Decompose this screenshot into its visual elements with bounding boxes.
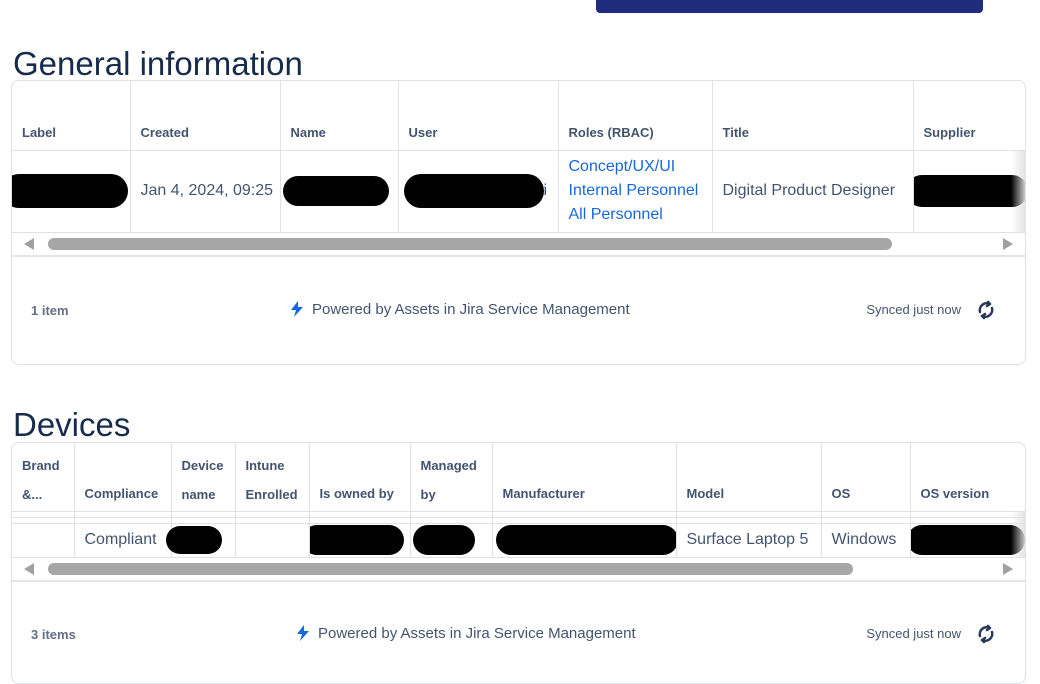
os-cell: Windows	[821, 523, 910, 557]
sync-status: Synced just now	[866, 299, 997, 321]
primary-action-button[interactable]	[596, 0, 983, 13]
lightning-bolt-icon	[296, 625, 310, 641]
table-row[interactable]: Jan 4, 2024, 09:25 i Concept/UX/UI Inter…	[12, 150, 1025, 232]
col-created[interactable]: Created	[130, 81, 280, 150]
col-compliance[interactable]: Compliance	[74, 443, 171, 511]
owner-cell[interactable]	[309, 523, 410, 557]
redacted-user	[404, 174, 544, 208]
intune-cell	[235, 523, 309, 557]
devices-horizontal-scrollbar[interactable]	[12, 558, 1025, 582]
label-cell	[12, 150, 130, 232]
title-cell: Digital Product Designer	[712, 150, 913, 232]
redacted-label	[12, 174, 128, 208]
col-manufacturer[interactable]: Manufacturer	[492, 443, 676, 511]
scroll-right-arrow-icon[interactable]	[1003, 563, 1013, 575]
general-header-row: Label Created Name User Roles (RBAC) Tit…	[12, 81, 1025, 150]
user-cell[interactable]: i	[398, 150, 558, 232]
model-cell: Surface Laptop 5	[676, 523, 821, 557]
general-information-card: Label Created Name User Roles (RBAC) Tit…	[11, 80, 1026, 365]
refresh-icon[interactable]	[975, 623, 997, 645]
created-cell: Jan 4, 2024, 09:25	[130, 150, 280, 232]
devices-table-viewport: Brand &... Compliance Device name Intune…	[12, 443, 1025, 558]
scroll-thumb[interactable]	[48, 563, 853, 575]
powered-by[interactable]: Powered by Assets in Jira Service Manage…	[290, 301, 630, 318]
scroll-fade	[1011, 150, 1025, 232]
col-is-owned-by[interactable]: Is owned by	[309, 443, 410, 511]
device-name-cell	[171, 523, 235, 557]
col-label[interactable]: Label	[12, 81, 130, 150]
general-information-title: General information	[13, 47, 303, 80]
col-supplier[interactable]: Supplier	[913, 81, 1025, 150]
redacted-os-version	[910, 525, 1025, 555]
redacted-device-name	[166, 526, 222, 554]
redacted-manager	[413, 525, 475, 555]
col-model[interactable]: Model	[676, 443, 821, 511]
scroll-right-arrow-icon[interactable]	[1003, 238, 1013, 250]
col-user[interactable]: User	[398, 81, 558, 150]
powered-by-text: Powered by Assets in Jira Service Manage…	[312, 301, 630, 318]
user-tail: i	[544, 182, 548, 199]
col-intune-enrolled[interactable]: Intune Enrolled	[235, 443, 309, 511]
col-roles[interactable]: Roles (RBAC)	[558, 81, 712, 150]
scroll-thumb[interactable]	[48, 238, 892, 250]
redacted-name	[283, 176, 389, 206]
general-horizontal-scrollbar[interactable]	[12, 233, 1025, 257]
col-brand[interactable]: Brand &...	[12, 443, 74, 511]
name-cell	[280, 150, 398, 232]
os-version-cell	[910, 523, 1025, 557]
refresh-icon[interactable]	[975, 299, 997, 321]
general-footer: 1 item Powered by Assets in Jira Service…	[12, 257, 1025, 361]
col-name[interactable]: Name	[280, 81, 398, 150]
role-link[interactable]: All Personnel	[569, 203, 702, 227]
scroll-left-arrow-icon[interactable]	[24, 563, 34, 575]
brand-cell	[12, 523, 74, 557]
synced-text: Synced just now	[866, 302, 961, 317]
item-count: 3 items	[31, 627, 76, 642]
col-title[interactable]: Title	[712, 81, 913, 150]
scroll-left-arrow-icon[interactable]	[24, 238, 34, 250]
devices-title: Devices	[13, 408, 130, 441]
table-row[interactable]: Compliant Surface Laptop 5 Windows	[12, 523, 1025, 557]
redacted-supplier	[913, 175, 1025, 207]
devices-table: Brand &... Compliance Device name Intune…	[12, 443, 1025, 558]
devices-header-row: Brand &... Compliance Device name Intune…	[12, 443, 1025, 511]
synced-text: Synced just now	[866, 626, 961, 641]
devices-footer: 3 items Powered by Assets in Jira Servic…	[12, 582, 1025, 684]
manufacturer-cell	[492, 523, 676, 557]
col-device-name[interactable]: Device name	[171, 443, 235, 511]
powered-by[interactable]: Powered by Assets in Jira Service Manage…	[296, 625, 636, 642]
col-os[interactable]: OS	[821, 443, 910, 511]
powered-by-text: Powered by Assets in Jira Service Manage…	[318, 625, 636, 642]
general-table: Label Created Name User Roles (RBAC) Tit…	[12, 81, 1025, 233]
scroll-fade	[1011, 511, 1025, 557]
item-count: 1 item	[31, 303, 69, 318]
managed-by-cell[interactable]	[410, 523, 492, 557]
devices-card: Brand &... Compliance Device name Intune…	[11, 442, 1026, 684]
role-link[interactable]: Concept/UX/UI	[569, 155, 702, 179]
roles-cell: Concept/UX/UI Internal Personnel All Per…	[558, 150, 712, 232]
general-table-viewport: Label Created Name User Roles (RBAC) Tit…	[12, 81, 1025, 233]
col-managed-by[interactable]: Managed by	[410, 443, 492, 511]
supplier-cell	[913, 150, 1025, 232]
lightning-bolt-icon	[290, 301, 304, 317]
col-os-version[interactable]: OS version	[910, 443, 1025, 511]
compliance-cell: Compliant	[74, 523, 171, 557]
role-link[interactable]: Internal Personnel	[569, 179, 702, 203]
redacted-manufacturer	[496, 525, 677, 555]
sync-status: Synced just now	[866, 623, 997, 645]
redacted-owner	[309, 525, 404, 555]
